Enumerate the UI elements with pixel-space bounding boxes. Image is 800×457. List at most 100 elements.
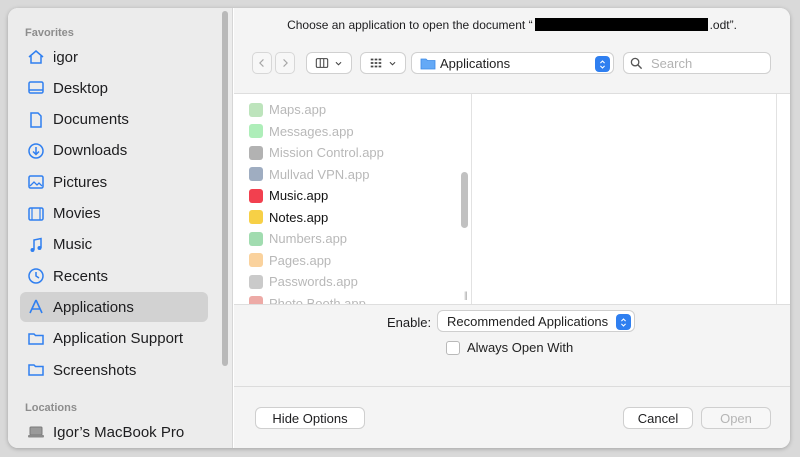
- column-scrollbar[interactable]: [461, 172, 468, 228]
- sidebar-item-applications[interactable]: Applications: [20, 292, 208, 323]
- sidebar-item-igor-s-macbook-pro[interactable]: Igor’s MacBook Pro: [20, 417, 208, 447]
- sidebar-item-desktop[interactable]: Desktop: [20, 73, 208, 103]
- app-name: Music.app: [269, 188, 329, 203]
- column-view-icon: [315, 58, 329, 68]
- popup-stepper-icon: [595, 56, 610, 72]
- sidebar-scrollbar[interactable]: [222, 11, 228, 366]
- open-with-dialog: Favorites igor Desktop Documents Downloads P…: [8, 8, 790, 448]
- laptop-icon: [26, 422, 46, 442]
- chevron-left-icon: [259, 59, 264, 67]
- toolbar: Applications Search: [234, 52, 790, 76]
- app-list-item: Maps.app: [249, 99, 326, 120]
- app-icon: [249, 296, 263, 304]
- app-icon: [249, 167, 263, 181]
- sidebar-item-movies[interactable]: Movies: [20, 199, 208, 229]
- sidebar-item-label: Movies: [53, 205, 101, 222]
- app-icon: [249, 124, 263, 138]
- footer-divider: [234, 386, 790, 387]
- applications-icon: [26, 297, 46, 317]
- chevron-down-icon: [389, 61, 396, 66]
- app-icon: [249, 231, 263, 246]
- sidebar-item-documents[interactable]: Documents: [20, 105, 208, 135]
- film-icon: [26, 204, 46, 224]
- photo-icon: [26, 172, 46, 192]
- sidebar-item-label: igor: [53, 48, 79, 66]
- app-list-item: Photo Booth.app: [249, 293, 366, 304]
- sidebar-item-label: Documents: [53, 111, 129, 129]
- open-button[interactable]: Open: [701, 407, 771, 429]
- always-open-with-label: Always Open With: [467, 340, 574, 355]
- always-open-with-option[interactable]: Always Open With: [446, 340, 573, 355]
- enable-popup-value: Recommended Applications: [447, 313, 609, 329]
- sidebar-item-label: Screenshots: [53, 361, 137, 379]
- enable-popup[interactable]: Recommended Applications: [437, 310, 635, 332]
- app-icon: [249, 102, 263, 117]
- sidebar-item-label: Pictures: [53, 173, 108, 191]
- sidebar-item-label: Music: [53, 236, 93, 254]
- sidebar-item-recents[interactable]: Recents: [20, 261, 208, 291]
- favorites-section-label: Favorites: [25, 27, 74, 39]
- sidebar-item-igor[interactable]: igor: [20, 42, 208, 72]
- app-icon: [249, 188, 263, 203]
- hide-options-button[interactable]: Hide Options: [255, 407, 365, 429]
- location-label: Applications: [440, 55, 511, 71]
- sidebar: Favorites igor Desktop Documents Downloads P…: [8, 8, 233, 448]
- app-list-item[interactable]: Music.app: [249, 185, 328, 206]
- app-name: Messages.app: [269, 123, 354, 139]
- redacted-filename: [534, 18, 708, 31]
- back-button[interactable]: [252, 52, 272, 74]
- sidebar-item-label: Applications: [53, 298, 134, 316]
- app-name: Mullvad VPN.app: [269, 166, 370, 182]
- app-list-item: Numbers.app: [249, 228, 347, 249]
- music-note-icon: [26, 235, 46, 255]
- folder-icon: [420, 58, 436, 69]
- folder-icon: [26, 329, 46, 349]
- always-open-with-checkbox[interactable]: [446, 340, 460, 355]
- location-popup[interactable]: Applications: [411, 52, 614, 74]
- app-name: Pages.app: [269, 252, 332, 268]
- sidebar-item-downloads[interactable]: Downloads: [20, 136, 208, 166]
- app-icon: [249, 145, 263, 160]
- preview-column: [472, 94, 777, 304]
- app-icon: [249, 210, 263, 224]
- applications-column: Maps.app Messages.app Mission Control.app M…: [234, 94, 472, 304]
- app-name: Maps.app: [269, 102, 327, 117]
- cancel-button[interactable]: Cancel: [623, 407, 693, 429]
- sidebar-item-screenshots[interactable]: Screenshots: [20, 355, 208, 385]
- app-list-item: Mission Control.app: [249, 142, 384, 163]
- desktop-icon: [26, 78, 46, 98]
- search-placeholder: Search: [651, 55, 693, 71]
- enable-label: Enable:: [387, 315, 432, 330]
- popup-stepper-icon: [616, 314, 631, 330]
- app-name: Passwords.app: [269, 274, 358, 289]
- search-icon: [630, 57, 643, 69]
- forward-button[interactable]: [275, 52, 295, 74]
- clock-icon: [26, 266, 46, 286]
- sidebar-item-pictures[interactable]: Pictures: [20, 167, 208, 197]
- group-by-button[interactable]: [360, 52, 406, 74]
- file-browser: Maps.app Messages.app Mission Control.app M…: [234, 93, 790, 305]
- app-list-item: Mullvad VPN.app: [249, 164, 369, 185]
- sidebar-item-label: Recents: [53, 267, 109, 285]
- home-icon: [26, 47, 46, 67]
- download-icon: [26, 141, 46, 161]
- sidebar-item-application-support[interactable]: Application Support: [20, 324, 208, 354]
- sidebar-item-label: Downloads: [53, 142, 128, 160]
- chevron-down-icon: [335, 61, 342, 66]
- folder-icon: [26, 360, 46, 380]
- sidebar-item-label: Desktop: [53, 79, 109, 97]
- app-list-item[interactable]: Notes.app: [249, 207, 328, 228]
- sidebar-item-label: Igor’s MacBook Pro: [53, 423, 185, 441]
- app-icon: [249, 253, 263, 267]
- sidebar-item-music[interactable]: Music: [20, 230, 208, 260]
- chevron-right-icon: [283, 59, 288, 67]
- app-list-item: Pages.app: [249, 250, 331, 271]
- app-icon: [249, 274, 263, 289]
- grid-icon: [370, 58, 382, 68]
- app-name: Mission Control.app: [269, 145, 384, 160]
- app-name: Numbers.app: [269, 231, 348, 246]
- search-field[interactable]: Search: [623, 52, 771, 74]
- app-name: Notes.app: [269, 209, 329, 225]
- view-mode-button[interactable]: [306, 52, 352, 74]
- column-resize-handle[interactable]: ||: [464, 290, 468, 300]
